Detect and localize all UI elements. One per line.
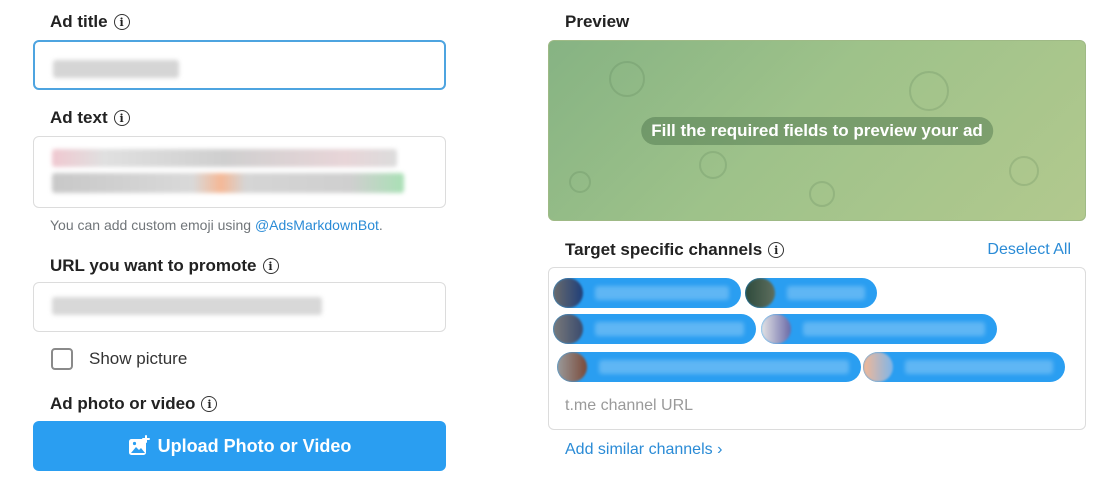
channel-chip[interactable] bbox=[557, 352, 861, 382]
ad-title-field[interactable] bbox=[33, 40, 446, 90]
show-picture-label: Show picture bbox=[89, 349, 188, 368]
url-field[interactable] bbox=[33, 282, 446, 332]
show-picture-checkbox[interactable] bbox=[51, 348, 73, 370]
channel-chip[interactable] bbox=[761, 314, 997, 344]
channel-chip[interactable] bbox=[863, 352, 1065, 382]
preview-label: Preview bbox=[565, 12, 630, 31]
redacted-text bbox=[52, 149, 397, 167]
show-picture-row[interactable]: Show picture bbox=[51, 348, 187, 370]
ad-title-label: Ad title i bbox=[50, 12, 130, 32]
ad-text-input[interactable] bbox=[34, 137, 445, 207]
url-label: URL you want to promote i bbox=[50, 256, 279, 276]
upload-media-button[interactable]: Upload Photo or Video bbox=[33, 421, 446, 471]
info-icon[interactable]: i bbox=[113, 14, 130, 30]
channel-chip[interactable] bbox=[553, 278, 741, 308]
channel-avatar bbox=[745, 278, 775, 308]
info-icon[interactable]: i bbox=[262, 258, 279, 274]
channel-chip[interactable] bbox=[745, 278, 877, 308]
redacted-text bbox=[52, 297, 322, 315]
redacted-text bbox=[53, 60, 179, 78]
add-photo-icon bbox=[128, 435, 150, 455]
channel-avatar bbox=[863, 352, 893, 382]
markdown-bot-link[interactable]: @AdsMarkdownBot bbox=[255, 217, 379, 233]
channel-avatar bbox=[557, 352, 587, 382]
ad-text-label: Ad text i bbox=[50, 108, 130, 128]
info-icon[interactable]: i bbox=[113, 110, 130, 126]
preview-placeholder: Fill the required fields to preview your… bbox=[641, 116, 993, 145]
channel-chip[interactable] bbox=[553, 314, 756, 344]
channel-avatar bbox=[553, 278, 583, 308]
info-icon[interactable]: i bbox=[768, 242, 785, 258]
ad-preview: Fill the required fields to preview your… bbox=[548, 40, 1086, 221]
target-channels-label: Target specific channels i bbox=[565, 240, 785, 260]
channel-avatar bbox=[761, 314, 791, 344]
info-icon[interactable]: i bbox=[201, 396, 218, 412]
upload-button-label: Upload Photo or Video bbox=[157, 435, 352, 456]
ad-text-field[interactable] bbox=[33, 136, 446, 208]
emoji-hint: You can add custom emoji using @AdsMarkd… bbox=[50, 217, 383, 233]
channel-url-input[interactable] bbox=[565, 394, 865, 418]
channels-box[interactable] bbox=[548, 267, 1086, 430]
media-label: Ad photo or video i bbox=[50, 394, 218, 414]
deselect-all-link[interactable]: Deselect All bbox=[987, 241, 1071, 259]
redacted-text bbox=[52, 173, 404, 193]
add-similar-channels-link[interactable]: Add similar channels › bbox=[565, 441, 722, 459]
channel-avatar bbox=[553, 314, 583, 344]
